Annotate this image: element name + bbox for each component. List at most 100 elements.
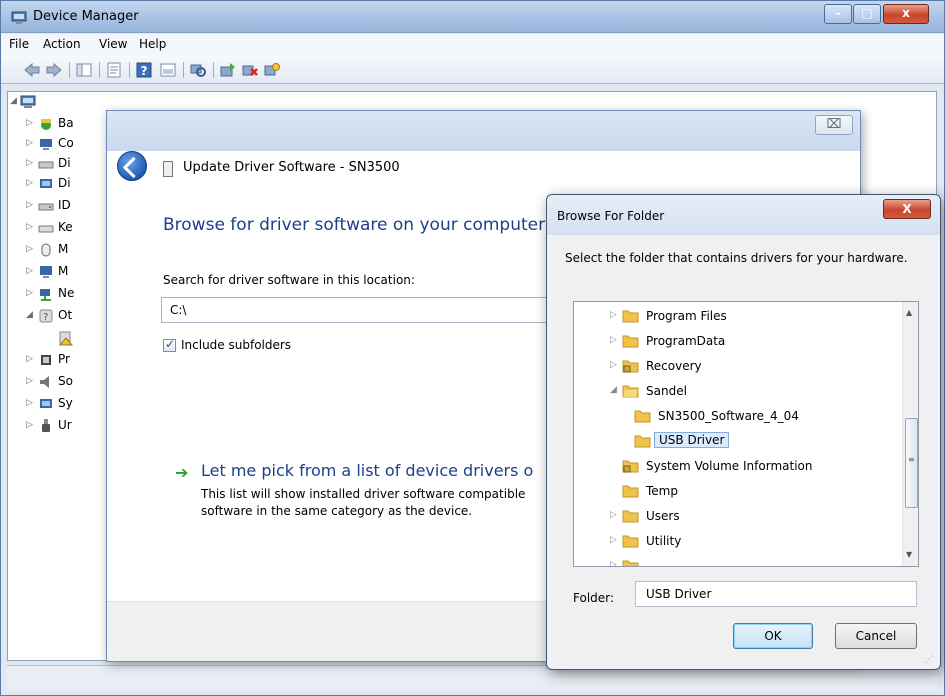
expand-icon[interactable]: ▷ xyxy=(610,360,617,370)
cancel-button[interactable]: Cancel xyxy=(835,623,917,649)
back-arrow-icon[interactable] xyxy=(23,61,41,79)
network-adapter-icon xyxy=(40,289,51,301)
expand-icon[interactable]: ▷ xyxy=(26,244,33,254)
collapse-icon[interactable]: ◢ xyxy=(610,385,617,395)
folder-item-utility[interactable]: ▷ Utility xyxy=(574,529,900,554)
menu-action[interactable]: Action xyxy=(43,37,81,51)
pick-from-list-link[interactable]: Let me pick from a list of device driver… xyxy=(201,461,533,480)
computer-icon xyxy=(20,95,36,108)
forward-arrow-icon[interactable] xyxy=(45,61,63,79)
show-hide-tree-icon[interactable] xyxy=(75,61,93,79)
tree-item-label: Co xyxy=(58,136,74,150)
title-bar[interactable]: Device Manager – □ x xyxy=(1,1,944,33)
help-icon[interactable]: ? xyxy=(135,61,153,79)
green-arrow-icon: ➔ xyxy=(175,463,189,482)
toolbar-separator xyxy=(99,62,100,78)
expand-icon[interactable]: ▷ xyxy=(26,158,33,168)
enable-device-icon[interactable] xyxy=(263,61,281,79)
scrollbar-thumb[interactable]: ≡ xyxy=(905,418,918,508)
uninstall-icon[interactable] xyxy=(241,61,259,79)
folder-item-programdata[interactable]: ▷ ProgramData xyxy=(574,329,900,354)
view-icon[interactable] xyxy=(159,61,177,79)
expand-icon[interactable]: ▷ xyxy=(610,535,617,545)
dialog-description: Select the folder that contains drivers … xyxy=(565,251,908,265)
toolbar-separator xyxy=(129,62,130,78)
folder-item-system-volume-information[interactable]: System Volume Information xyxy=(574,454,900,479)
expand-icon[interactable]: ▷ xyxy=(26,178,33,188)
window-title: Device Manager xyxy=(33,9,139,24)
locked-folder-icon xyxy=(622,460,639,473)
close-button[interactable]: x xyxy=(883,4,929,24)
tree-item-label: M xyxy=(58,264,69,278)
folder-label: Program Files xyxy=(646,309,727,323)
scan-hardware-icon[interactable] xyxy=(189,61,207,79)
svg-text:?: ? xyxy=(43,312,48,323)
expand-icon[interactable]: ▷ xyxy=(26,266,33,276)
close-icon: x xyxy=(902,6,910,20)
properties-icon[interactable] xyxy=(105,61,123,79)
collapse-icon[interactable]: ◢ xyxy=(10,96,17,106)
folder-item-temp[interactable]: Temp xyxy=(574,479,900,504)
back-button[interactable] xyxy=(117,151,147,181)
system-devices-icon xyxy=(40,399,52,408)
scroll-down-icon[interactable]: ▼ xyxy=(906,550,912,559)
dialog-title: Browse For Folder xyxy=(557,209,665,223)
other-devices-icon: ? xyxy=(39,309,53,323)
folder-icon xyxy=(622,310,639,323)
folder-label: Utility xyxy=(646,534,682,548)
menu-view[interactable]: View xyxy=(99,37,127,51)
expand-icon[interactable]: ▷ xyxy=(26,200,33,210)
expand-icon[interactable]: ▷ xyxy=(26,420,33,430)
folder-label: Folder: xyxy=(573,591,614,605)
include-subfolders-checkbox[interactable] xyxy=(163,337,176,352)
expand-icon[interactable]: ▷ xyxy=(610,510,617,520)
resize-grip-icon[interactable]: ⋰ xyxy=(925,655,934,665)
folder-item-recovery[interactable]: ▷ Recovery xyxy=(574,354,900,379)
expand-icon[interactable]: ▷ xyxy=(610,335,617,345)
close-icon: ⌧ xyxy=(826,117,842,132)
expand-icon[interactable]: ▷ xyxy=(26,288,33,298)
folder-item-sandel[interactable]: ◢ Sandel xyxy=(574,379,900,404)
close-button[interactable]: X xyxy=(883,199,931,219)
folder-label: Temp xyxy=(646,484,678,498)
update-driver-icon[interactable] xyxy=(219,61,237,79)
close-button[interactable]: ⌧ xyxy=(815,115,853,135)
folder-input[interactable]: USB Driver xyxy=(635,581,917,607)
toolbar-separator xyxy=(69,62,70,78)
expand-icon[interactable]: ▷ xyxy=(26,222,33,232)
close-icon: X xyxy=(902,202,912,216)
expand-icon[interactable]: ▷ xyxy=(26,354,33,364)
dialog-title-bar[interactable]: Browse For Folder X xyxy=(547,195,940,235)
expand-icon[interactable]: ▷ xyxy=(26,138,33,148)
folder-item-partial[interactable]: ▷ xyxy=(574,554,900,566)
disk-drive-icon xyxy=(38,161,54,169)
folder-item-sn3500-software[interactable]: SN3500_Software_4_04 xyxy=(574,404,900,429)
locked-folder-icon xyxy=(622,360,639,373)
expand-icon[interactable]: ▷ xyxy=(26,376,33,386)
expand-icon[interactable]: ▷ xyxy=(26,398,33,408)
folder-label: USB Driver xyxy=(654,432,730,448)
include-subfolders-label[interactable]: Include subfolders xyxy=(181,338,291,352)
folder-item-users[interactable]: ▷ Users xyxy=(574,504,900,529)
collapse-icon[interactable]: ◢ xyxy=(26,310,33,320)
scroll-up-icon[interactable]: ▲ xyxy=(906,308,912,317)
expand-icon[interactable]: ▷ xyxy=(610,310,617,320)
vertical-scrollbar[interactable]: ▲ ≡ ▼ xyxy=(902,302,918,566)
open-folder-icon xyxy=(622,385,639,398)
search-location-input[interactable]: C:\ xyxy=(161,297,561,323)
minimize-button[interactable]: – xyxy=(824,4,852,24)
folder-icon xyxy=(622,335,639,348)
tree-item-label: So xyxy=(58,374,73,388)
menu-file[interactable]: File xyxy=(9,37,29,51)
ok-button[interactable]: OK xyxy=(733,623,813,649)
folder-item-program-files[interactable]: ▷ Program Files xyxy=(574,304,900,329)
menu-bar: File Action View Help xyxy=(1,34,944,56)
expand-icon[interactable]: ▷ xyxy=(610,560,617,566)
folder-item-usb-driver[interactable]: USB Driver xyxy=(574,429,900,454)
folder-icon xyxy=(634,410,651,423)
menu-help[interactable]: Help xyxy=(139,37,166,51)
dialog-frame[interactable]: ⌧ xyxy=(107,111,860,151)
maximize-button[interactable]: □ xyxy=(853,4,881,24)
tree-item-label: Ba xyxy=(58,116,74,130)
expand-icon[interactable]: ▷ xyxy=(26,118,33,128)
